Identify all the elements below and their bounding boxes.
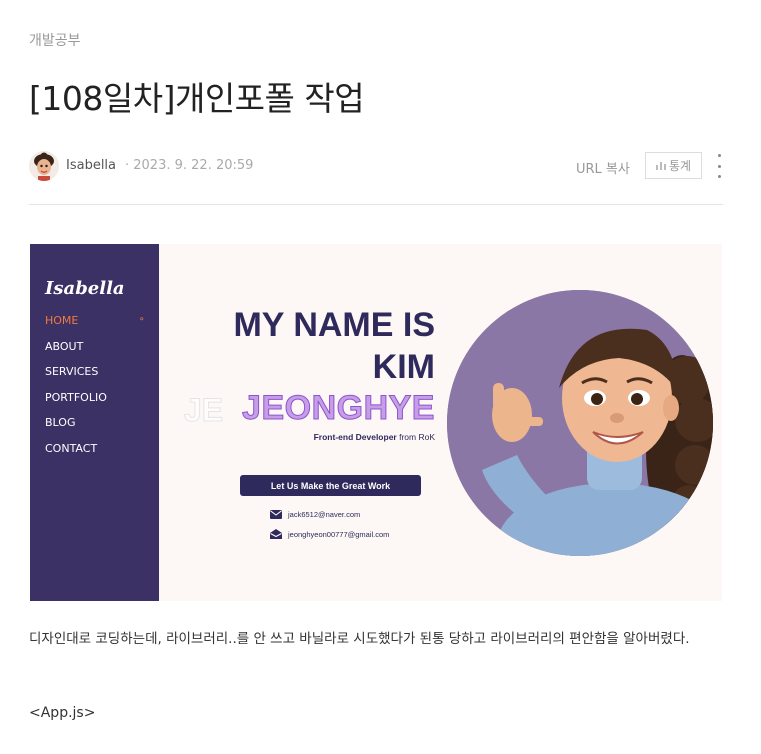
- portfolio-menu: HOME ABOUT SERVICES PORTFOLIO BLOG CONTA…: [45, 314, 107, 467]
- portfolio-email-text: jack6512@naver.com: [288, 510, 361, 519]
- portfolio-name: JEONGHYE: [242, 389, 435, 428]
- portfolio-email-1: jack6512@naver.com: [270, 510, 360, 519]
- stats-button[interactable]: 통계: [645, 152, 702, 179]
- more-vertical-icon[interactable]: [715, 154, 723, 178]
- portfolio-menu-item: ABOUT: [45, 339, 84, 353]
- memoji-avatar-image: [447, 290, 713, 556]
- portfolio-subtitle-origin: from RoK: [396, 432, 435, 442]
- url-copy-button[interactable]: URL 복사: [576, 158, 630, 177]
- post-title: [108일차]개인포폴 작업: [29, 79, 365, 118]
- avatar[interactable]: [29, 151, 59, 181]
- post-category[interactable]: 개발공부: [29, 30, 81, 50]
- portfolio-heading-line2: KIM: [372, 348, 435, 386]
- mail-icon: [270, 510, 282, 519]
- portfolio-menu-item: CONTACT: [45, 441, 98, 455]
- post-paragraph: 디자인대로 코딩하는데, 라이브러리..를 안 쓰고 바닐라로 시도했다가 된통…: [29, 631, 690, 647]
- mail-open-icon: [270, 529, 282, 539]
- portfolio-cta: Let Us Make the Great Work: [240, 475, 421, 496]
- post-date: · 2023. 9. 22. 20:59: [125, 158, 254, 173]
- divider: [29, 204, 723, 205]
- portfolio-subtitle: Front-end Developer from RoK: [230, 432, 435, 442]
- stats-label: 통계: [668, 159, 692, 173]
- home-indicator-icon: ⚬: [138, 315, 146, 325]
- code-file-label: <App.js>: [29, 705, 96, 721]
- portfolio-menu-item: BLOG: [45, 416, 76, 429]
- portfolio-heading: MY NAME IS KIM: [170, 304, 435, 388]
- portfolio-email-2: jeonghyeon00777@gmail.com: [270, 529, 389, 539]
- portfolio-heading-line1: MY NAME IS: [233, 306, 435, 344]
- portfolio-menu-item: SERVICES: [45, 365, 99, 378]
- portfolio-screenshot: Isabella HOME ABOUT SERVICES PORTFOLIO B…: [30, 244, 722, 601]
- post-meta: Isabella · 2023. 9. 22. 20:59 URL 복사 통계: [29, 150, 723, 182]
- portfolio-email-text: jeonghyeon00777@gmail.com: [288, 529, 390, 539]
- portfolio-subtitle-role: Front-end Developer: [313, 432, 397, 442]
- portfolio-sidebar: Isabella HOME ABOUT SERVICES PORTFOLIO B…: [30, 244, 159, 601]
- bar-chart-icon: [655, 162, 666, 170]
- portfolio-logo: Isabella: [45, 278, 125, 299]
- portfolio-menu-item: HOME: [45, 314, 79, 327]
- author-name[interactable]: Isabella: [66, 158, 116, 173]
- portfolio-menu-item: PORTFOLIO: [45, 390, 107, 404]
